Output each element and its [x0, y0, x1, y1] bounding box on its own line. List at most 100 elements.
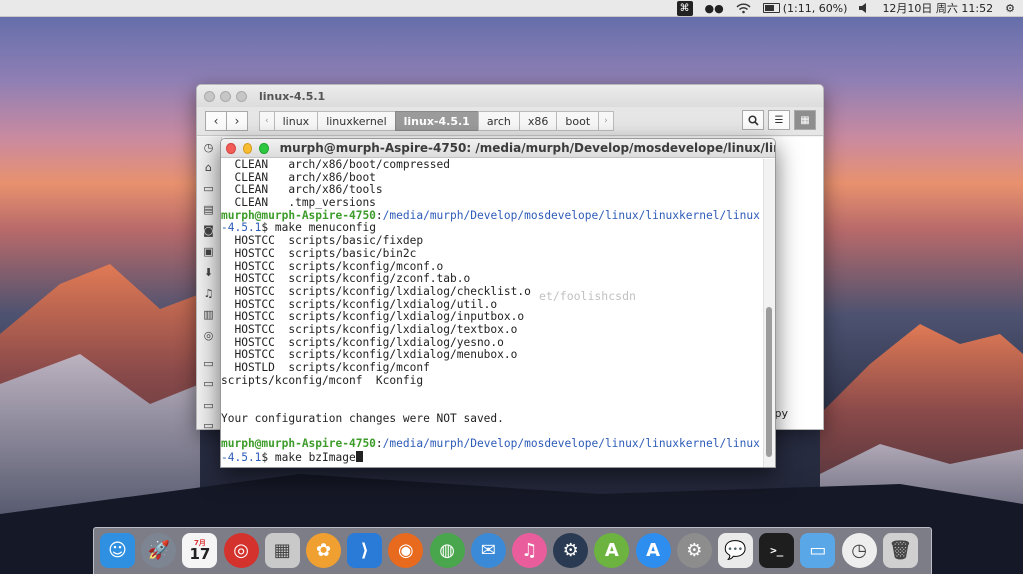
steam-icon-glyph: ⚙: [562, 540, 579, 561]
trash-icon[interactable]: 🗑: [882, 533, 918, 568]
home-icon[interactable]: ⌂: [202, 161, 215, 174]
file-manager-titlebar[interactable]: linux-4.5.1: [197, 85, 823, 107]
terminal-icon[interactable]: >_: [759, 533, 795, 568]
terminal-icon-glyph: >_: [770, 544, 784, 557]
trash-icon[interactable]: ▥: [202, 308, 215, 321]
drive-icon[interactable]: ▭: [202, 357, 215, 370]
file-manager-toolbar: ‹ › ‹ linux linuxkernel linux-4.5.1 arch…: [197, 107, 823, 136]
qq-icon-glyph: ✉: [480, 540, 496, 561]
dock: ☺ 🚀 7月 17 ◎ ▦ ✿ ⟩ ◉ ◍ ✉ ♫ ⚙ A A ⚙ 💬 >_ ▭ ◷ 🗑: [93, 527, 932, 574]
fm-minimize-button[interactable]: [220, 90, 231, 102]
chevron-left-icon: ‹: [213, 114, 219, 128]
terminal-line: CLEAN arch/x86/boot/compressed: [221, 159, 451, 171]
terminal-line: HOSTCC scripts/basic/fixdep: [221, 234, 424, 248]
grid-view-button[interactable]: ▦: [794, 110, 816, 130]
calendar-day: 17: [189, 544, 211, 563]
battery-text: (1:11, 60%): [782, 1, 848, 15]
music-icon[interactable]: ♫: [202, 287, 215, 300]
fm-maximize-button[interactable]: [236, 90, 247, 102]
breadcrumb-item-linuxkernel[interactable]: linuxkernel: [317, 111, 396, 131]
terminal-scrollbar[interactable]: [763, 159, 775, 467]
search-icon: [747, 114, 759, 126]
prompt-user: murph@murph-Aspire-4750: [221, 437, 376, 451]
terminal-line: HOSTCC scripts/kconfig/lxdialog/checklis…: [221, 284, 531, 298]
terminal-titlebar[interactable]: murph@murph-Aspire-4750: /media/murph/De…: [221, 139, 775, 158]
qq-icon[interactable]: ✉: [470, 533, 506, 568]
system-preferences-icon-glyph: ⚙: [686, 540, 703, 561]
calendar-icon[interactable]: 7月 17: [182, 533, 218, 568]
android-studio-icon[interactable]: A: [594, 533, 630, 568]
pictures-icon[interactable]: ◙: [202, 224, 215, 237]
wechat-icon-glyph: 💬: [724, 540, 747, 561]
photos-icon[interactable]: ✿: [306, 533, 341, 568]
downloads-folder-icon[interactable]: ▭: [800, 533, 836, 568]
list-view-button[interactable]: ☰: [768, 110, 790, 130]
firefox-icon[interactable]: ◉: [388, 533, 424, 568]
breadcrumb-item-boot[interactable]: boot: [556, 111, 600, 131]
terminal-scrollbar-thumb[interactable]: [766, 307, 772, 457]
list-view-icon: ☰: [774, 114, 784, 126]
wifi-icon[interactable]: [736, 3, 751, 14]
prompt-separator: :: [375, 437, 383, 451]
chevron-right-icon: ›: [234, 114, 240, 128]
videos-icon[interactable]: ▣: [202, 245, 215, 258]
battery-status[interactable]: (1:11, 60%): [762, 1, 848, 15]
drive-icon[interactable]: ▭: [202, 399, 215, 412]
terminal-line: HOSTCC scripts/basic/bin2c: [221, 246, 417, 260]
fm-close-button[interactable]: [204, 90, 215, 102]
system-preferences-icon[interactable]: ⚙: [676, 533, 712, 568]
breadcrumb-item-linux[interactable]: linux: [273, 111, 319, 131]
itunes-icon[interactable]: ♫: [512, 533, 547, 568]
terminal-window: murph@murph-Aspire-4750: /media/murph/De…: [220, 138, 776, 468]
drive-icon[interactable]: ▭: [202, 419, 215, 432]
desktop-folder-icon[interactable]: ▭: [202, 182, 215, 195]
downloads-icon[interactable]: ⬇: [202, 266, 215, 279]
wechat-icon[interactable]: 💬: [718, 533, 753, 568]
steam-icon[interactable]: ⚙: [553, 533, 589, 568]
terminal-line: scripts/kconfig/mconf Kconfig: [221, 373, 424, 387]
finder-icon[interactable]: ☺: [100, 533, 135, 568]
chrome-icon[interactable]: ◍: [429, 533, 465, 568]
prompt-path: /media/murph/Develop/mosdevelope/linux/l…: [382, 208, 760, 222]
desktop: ⌘ ●● (1:11, 60%) 12月10日 周六 11:52 ⚙ linux…: [0, 0, 1023, 574]
documents-icon[interactable]: ▤: [202, 203, 215, 216]
breadcrumb-scroll-left[interactable]: ‹: [259, 111, 275, 131]
gear-icon[interactable]: ⚙: [1005, 2, 1015, 15]
clock-text[interactable]: 12月10日 周六 11:52: [882, 0, 993, 16]
terminal-maximize-button[interactable]: [259, 142, 269, 154]
watermark-text: et/foolishcsdn: [539, 289, 636, 303]
calculator-icon[interactable]: ▦: [264, 533, 300, 568]
prompt-path: -4.5.1: [221, 450, 262, 464]
prompt-command: $ make bzImage: [261, 450, 356, 464]
volume-icon[interactable]: [859, 3, 870, 13]
terminal-minimize-button[interactable]: [242, 142, 253, 154]
command-icon[interactable]: ⌘: [676, 0, 693, 16]
breadcrumb-scroll-right[interactable]: ›: [598, 111, 614, 131]
forward-button[interactable]: ›: [227, 111, 248, 131]
vscode-icon[interactable]: ⟩: [347, 533, 383, 568]
breadcrumb-item-linux-4.5.1[interactable]: linux-4.5.1: [394, 111, 479, 131]
app-store-icon[interactable]: A: [635, 533, 671, 568]
android-studio-icon-glyph: A: [604, 540, 619, 561]
netease-music-icon-glyph: ◎: [233, 540, 249, 561]
breadcrumb-item-x86[interactable]: x86: [518, 111, 558, 131]
terminal-close-button[interactable]: [226, 142, 236, 154]
drive-icon[interactable]: ▭: [202, 377, 215, 390]
photos-icon-glyph: ✿: [315, 540, 332, 561]
launchpad-icon-glyph: 🚀: [147, 540, 170, 561]
terminal-output[interactable]: CLEAN arch/x86/boot/compressed CLEAN arc…: [221, 159, 763, 467]
terminal-line: murph@murph-Aspire-4750:/media/murph/Dev…: [221, 437, 763, 451]
prompt-separator: :: [375, 208, 383, 222]
clock-icon[interactable]: ◷: [841, 533, 877, 568]
back-button[interactable]: ‹: [205, 111, 227, 131]
computer-icon[interactable]: ◎: [202, 329, 215, 342]
launchpad-icon[interactable]: 🚀: [141, 533, 177, 568]
recent-icon[interactable]: ◷: [202, 141, 215, 154]
terminal-line: Your configuration changes were NOT save…: [221, 411, 504, 425]
search-button[interactable]: [742, 110, 764, 130]
breadcrumb-item-arch[interactable]: arch: [477, 111, 520, 131]
netease-music-icon[interactable]: ◎: [223, 533, 259, 568]
wechat-tray-icon[interactable]: ●●: [705, 2, 724, 15]
downloads-folder-icon-glyph: ▭: [809, 540, 827, 561]
